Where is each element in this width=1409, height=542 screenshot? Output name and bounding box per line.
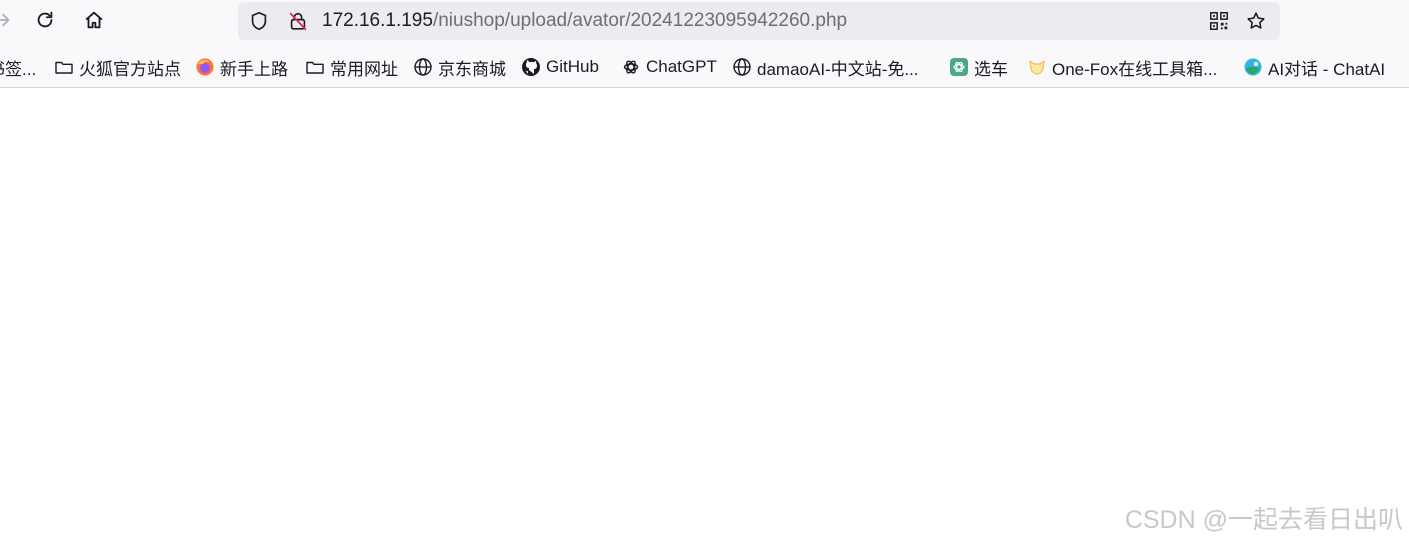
firefox-icon [195, 57, 215, 77]
navigation-toolbar: 172.16.1.195/niushop/upload/avator/20241… [0, 0, 1409, 43]
bookmark-item[interactable]: GitHub [521, 56, 599, 78]
globe-icon [413, 57, 433, 77]
shield-icon[interactable] [248, 10, 270, 32]
bookmark-folder[interactable]: 火狐官方站点 [54, 56, 181, 79]
bookmark-label: AI对话 - ChatAI [1268, 59, 1386, 79]
arrow-right-icon [0, 13, 10, 27]
bookmark-label: 新手上路 [220, 59, 288, 79]
bookmark-item[interactable]: 京东商城 [413, 56, 506, 79]
qr-code-icon[interactable] [1208, 10, 1230, 32]
bookmark-label: ChatGPT [646, 57, 717, 76]
address-bar[interactable]: 172.16.1.195/niushop/upload/avator/20241… [238, 2, 1280, 40]
browser-chrome: 172.16.1.195/niushop/upload/avator/20241… [0, 0, 1409, 88]
bookmark-label: 火狐官方站点 [79, 59, 181, 79]
bookmarks-toolbar: 书签... 火狐官方站点 新手上路 常用网址 京东商城 GitHub ChatG… [0, 48, 1409, 86]
reload-button[interactable] [29, 4, 61, 36]
globe-icon [732, 57, 752, 77]
bookmark-label: damaoAI-中文站-免... [757, 59, 919, 79]
chatgpt-icon [949, 57, 969, 77]
bookmark-label: 选车 [974, 59, 1008, 79]
bookmark-item[interactable]: 选车 [949, 56, 1008, 79]
bookmark-item[interactable]: 书签... [0, 56, 37, 79]
bookmark-item[interactable]: ChatGPT [621, 56, 717, 78]
folder-icon [305, 57, 325, 77]
home-button[interactable] [78, 4, 110, 36]
url-text[interactable]: 172.16.1.195/niushop/upload/avator/20241… [322, 10, 847, 32]
bookmark-star-icon[interactable] [1245, 10, 1267, 32]
github-icon [521, 57, 541, 77]
bookmark-label: 常用网址 [330, 59, 398, 79]
bookmark-label: One-Fox在线工具箱... [1052, 59, 1218, 79]
bookmark-folder[interactable]: 常用网址 [305, 56, 398, 79]
url-host: 172.16.1.195 [322, 10, 433, 31]
reload-icon [37, 11, 53, 28]
bookmark-label: GitHub [546, 57, 599, 76]
bookmark-label: 书签... [0, 59, 37, 79]
ai-chat-icon [1243, 57, 1263, 77]
folder-icon [54, 57, 74, 77]
bookmark-label: 京东商城 [438, 59, 506, 79]
fox-icon [1027, 57, 1047, 77]
url-path: /niushop/upload/avator/20241223095942260… [432, 10, 848, 31]
bookmark-item[interactable]: damaoAI-中文站-免... [732, 56, 919, 79]
csdn-watermark: CSDN @一起去看日出叭 [1124, 506, 1403, 534]
home-icon [85, 11, 103, 29]
openai-icon [621, 57, 641, 77]
bookmark-item[interactable]: AI对话 - ChatAI [1243, 56, 1386, 79]
insecure-lock-icon[interactable] [287, 10, 309, 32]
bookmark-item[interactable]: One-Fox在线工具箱... [1027, 56, 1218, 79]
forward-button[interactable] [0, 4, 18, 36]
bookmark-item[interactable]: 新手上路 [195, 56, 288, 79]
